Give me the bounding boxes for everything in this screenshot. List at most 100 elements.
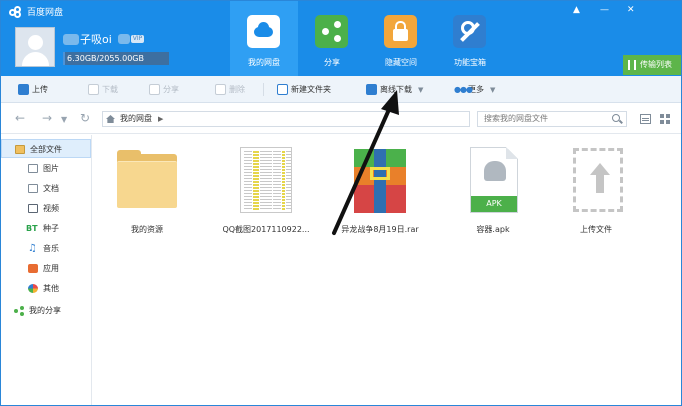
breadcrumb-item[interactable]: 我的网盘 xyxy=(120,114,152,123)
file-name: 我的资源 xyxy=(131,225,163,234)
sidebar-item-label: 种子 xyxy=(43,224,59,233)
avatar[interactable] xyxy=(15,27,55,67)
sidebar-item-documents[interactable]: 文档 xyxy=(1,179,91,198)
new-folder-button[interactable]: 新建文件夹 xyxy=(277,76,331,103)
search-placeholder: 搜索我的网盘文件 xyxy=(484,114,548,123)
search-input[interactable]: 搜索我的网盘文件 xyxy=(477,111,627,127)
home-icon xyxy=(106,115,115,123)
sidebar-item-my-share[interactable]: 我的分享 xyxy=(1,301,91,320)
music-note-icon: ♫ xyxy=(28,243,37,254)
file-name: QQ截图2017110922... xyxy=(222,225,310,234)
sidebar-item-label: 应用 xyxy=(43,264,59,273)
minimize-button[interactable]: — xyxy=(600,5,609,15)
tab-hidden-space[interactable]: 隐藏空间 xyxy=(367,1,435,76)
tab-label: 功能宝箱 xyxy=(454,58,486,67)
back-arrow-icon[interactable]: ← xyxy=(15,112,25,124)
tab-share[interactable]: 分享 xyxy=(298,1,366,76)
file-item-archive[interactable]: 异龙战争8月19日.rar xyxy=(326,147,434,237)
upload-button[interactable]: 上传 xyxy=(18,76,48,103)
username-text: 子吸oi xyxy=(80,33,112,46)
list-view-icon[interactable] xyxy=(640,114,651,124)
sidebar-item-apps[interactable]: 应用 xyxy=(1,259,91,278)
sidebar-item-all-files[interactable]: 全部文件 xyxy=(1,139,91,158)
file-item-folder[interactable]: 我的资源 xyxy=(93,147,201,237)
file-item-screenshot[interactable]: QQ截图2017110922... xyxy=(212,147,320,237)
upload-file-tile[interactable]: 上传文件 xyxy=(542,147,650,237)
image-icon xyxy=(28,164,38,173)
share-label: 分享 xyxy=(163,85,179,94)
blurred-name-part xyxy=(117,34,130,44)
search-icon[interactable] xyxy=(612,114,620,122)
download-button[interactable]: 下载 xyxy=(88,76,118,103)
offline-download-icon xyxy=(366,84,377,95)
sidebar-item-label: 其他 xyxy=(43,284,59,293)
image-thumbnail-icon xyxy=(235,147,297,221)
close-button[interactable]: ✕ xyxy=(627,5,635,15)
other-category-icon xyxy=(28,284,38,293)
vip-badge: VIP xyxy=(130,35,145,43)
sidebar-item-label: 视频 xyxy=(43,204,59,213)
chevron-down-icon[interactable]: ▼ xyxy=(61,114,67,126)
share-icon xyxy=(315,15,348,48)
more-dots-icon: ●●● xyxy=(454,85,473,94)
sidebar-item-label: 全部文件 xyxy=(30,145,62,154)
sidebar-item-other[interactable]: 其他 xyxy=(1,279,91,298)
sidebar-item-videos[interactable]: 视频 xyxy=(1,199,91,218)
sidebar-item-label: 我的分享 xyxy=(29,306,61,315)
lock-icon xyxy=(384,15,417,48)
delete-button[interactable]: 删除 xyxy=(215,76,245,103)
file-grid: 我的资源 QQ截图2017110922... 异龙战争8月19日.rar APK… xyxy=(93,135,681,405)
sidebar-item-label: 音乐 xyxy=(43,244,59,253)
upload-arrow-icon xyxy=(565,147,627,221)
tab-my-disk[interactable]: 我的网盘 xyxy=(230,1,298,76)
address-row: ← → ▼ ↻ 我的网盘 ▶ 搜索我的网盘文件 xyxy=(1,104,681,134)
sidebar-item-torrents[interactable]: BT 种子 xyxy=(1,219,91,238)
toolbar: 上传 下载 分享 删除 新建文件夹 离线下载 ▼ ●●● 更多 ▼ xyxy=(1,76,681,103)
breadcrumb-arrow-icon: ▶ xyxy=(158,115,164,123)
rar-archive-icon xyxy=(349,147,411,221)
forward-arrow-icon[interactable]: → xyxy=(42,112,52,124)
tab-label: 我的网盘 xyxy=(248,58,280,67)
app-title: 百度网盘 xyxy=(27,7,64,18)
video-icon xyxy=(28,204,38,213)
grid-view-icon[interactable] xyxy=(660,114,671,124)
baidu-cloud-logo-icon xyxy=(9,5,22,18)
quota-fill xyxy=(63,52,65,65)
sidebar-item-images[interactable]: 图片 xyxy=(1,159,91,178)
offline-download-button[interactable]: 离线下载 ▼ xyxy=(366,76,423,103)
tab-toolbox[interactable]: 功能宝箱 xyxy=(436,1,504,76)
tools-icon xyxy=(453,15,486,48)
tab-label: 隐藏空间 xyxy=(385,58,417,67)
share-icon xyxy=(14,306,24,316)
new-folder-label: 新建文件夹 xyxy=(291,85,331,94)
toolbar-divider xyxy=(263,83,264,96)
apk-badge: APK xyxy=(471,196,517,212)
upload-icon xyxy=(18,84,29,95)
refresh-icon[interactable]: ↻ xyxy=(80,112,90,124)
cloud-disk-icon xyxy=(247,15,280,48)
transfer-list-button[interactable]: 传输列表 xyxy=(623,55,681,75)
share-button[interactable]: 分享 xyxy=(149,76,179,103)
sidebar-item-label: 文档 xyxy=(43,184,59,193)
title-bar: 百度网盘 xyxy=(9,4,63,18)
sidebar-item-music[interactable]: ♫ 音乐 xyxy=(1,239,91,258)
android-icon xyxy=(484,161,506,181)
chevron-down-icon[interactable]: ▼ xyxy=(490,77,495,104)
header-bar: 百度网盘 子吸oi VIP 6.30GB/2055.00GB 我的网盘 分享 隐… xyxy=(1,1,681,76)
chevron-down-icon[interactable]: ▼ xyxy=(418,77,423,104)
file-item-apk[interactable]: APK 容器.apk xyxy=(439,147,547,237)
pin-icon[interactable]: ▲ xyxy=(573,5,580,15)
app-icon xyxy=(28,264,38,273)
baidu-netdisk-window: 百度网盘 子吸oi VIP 6.30GB/2055.00GB 我的网盘 分享 隐… xyxy=(0,0,682,406)
bt-torrent-icon: BT xyxy=(26,224,38,233)
username[interactable]: 子吸oi VIP xyxy=(63,31,145,47)
file-name: 异龙战争8月19日.rar xyxy=(341,225,419,234)
tab-label: 分享 xyxy=(324,58,340,67)
share-small-icon xyxy=(149,84,160,95)
more-button[interactable]: ●●● 更多 ▼ xyxy=(454,76,495,103)
breadcrumb[interactable]: 我的网盘 ▶ xyxy=(102,111,470,127)
transfer-list-label: 传输列表 xyxy=(640,60,672,69)
storage-quota-bar: 6.30GB/2055.00GB xyxy=(63,52,169,65)
android-apk-icon: APK xyxy=(462,147,524,221)
delete-label: 删除 xyxy=(229,85,245,94)
